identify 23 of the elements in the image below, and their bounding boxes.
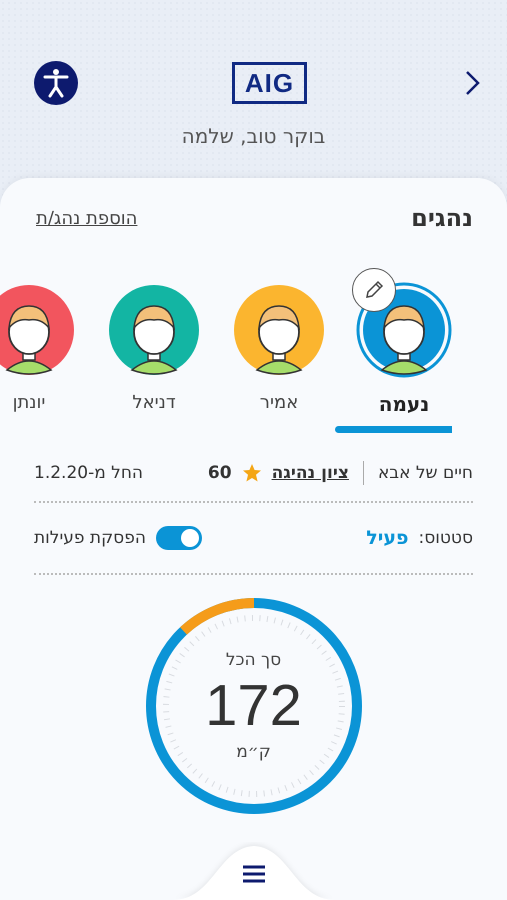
toggle-label: הפסקת פעילות <box>34 528 146 548</box>
edit-icon[interactable] <box>352 268 396 312</box>
unit-label: ק״מ <box>236 742 271 762</box>
policy-name: חיים של אבא <box>378 463 473 483</box>
status-label: סטטוס: <box>418 528 473 548</box>
status-value: פעיל <box>366 527 409 549</box>
start-date: החל מ-1.2.20 <box>34 463 144 483</box>
driver-tab[interactable]: אמיר <box>260 392 298 413</box>
total-value: 172 <box>205 672 302 740</box>
menu-icon[interactable] <box>242 864 266 884</box>
star-icon <box>242 463 262 483</box>
driver-tab[interactable]: נעמה <box>378 392 430 416</box>
toggle-switch[interactable] <box>156 526 202 550</box>
total-label: סך הכל <box>226 650 282 670</box>
section-title: נהגים <box>411 204 473 232</box>
accessibility-icon[interactable] <box>34 61 78 105</box>
score-value: 60 <box>208 463 232 483</box>
driving-score-link[interactable]: ציון נהיגה <box>272 463 349 483</box>
greeting: בוקר טוב, שלמה <box>182 124 326 148</box>
logo: AIG <box>232 62 308 104</box>
driver-tab[interactable]: דניאל <box>132 392 176 413</box>
add-driver-link[interactable]: הוספת נהג/ת <box>36 208 138 228</box>
driver-tab[interactable]: יונתן <box>12 392 46 413</box>
